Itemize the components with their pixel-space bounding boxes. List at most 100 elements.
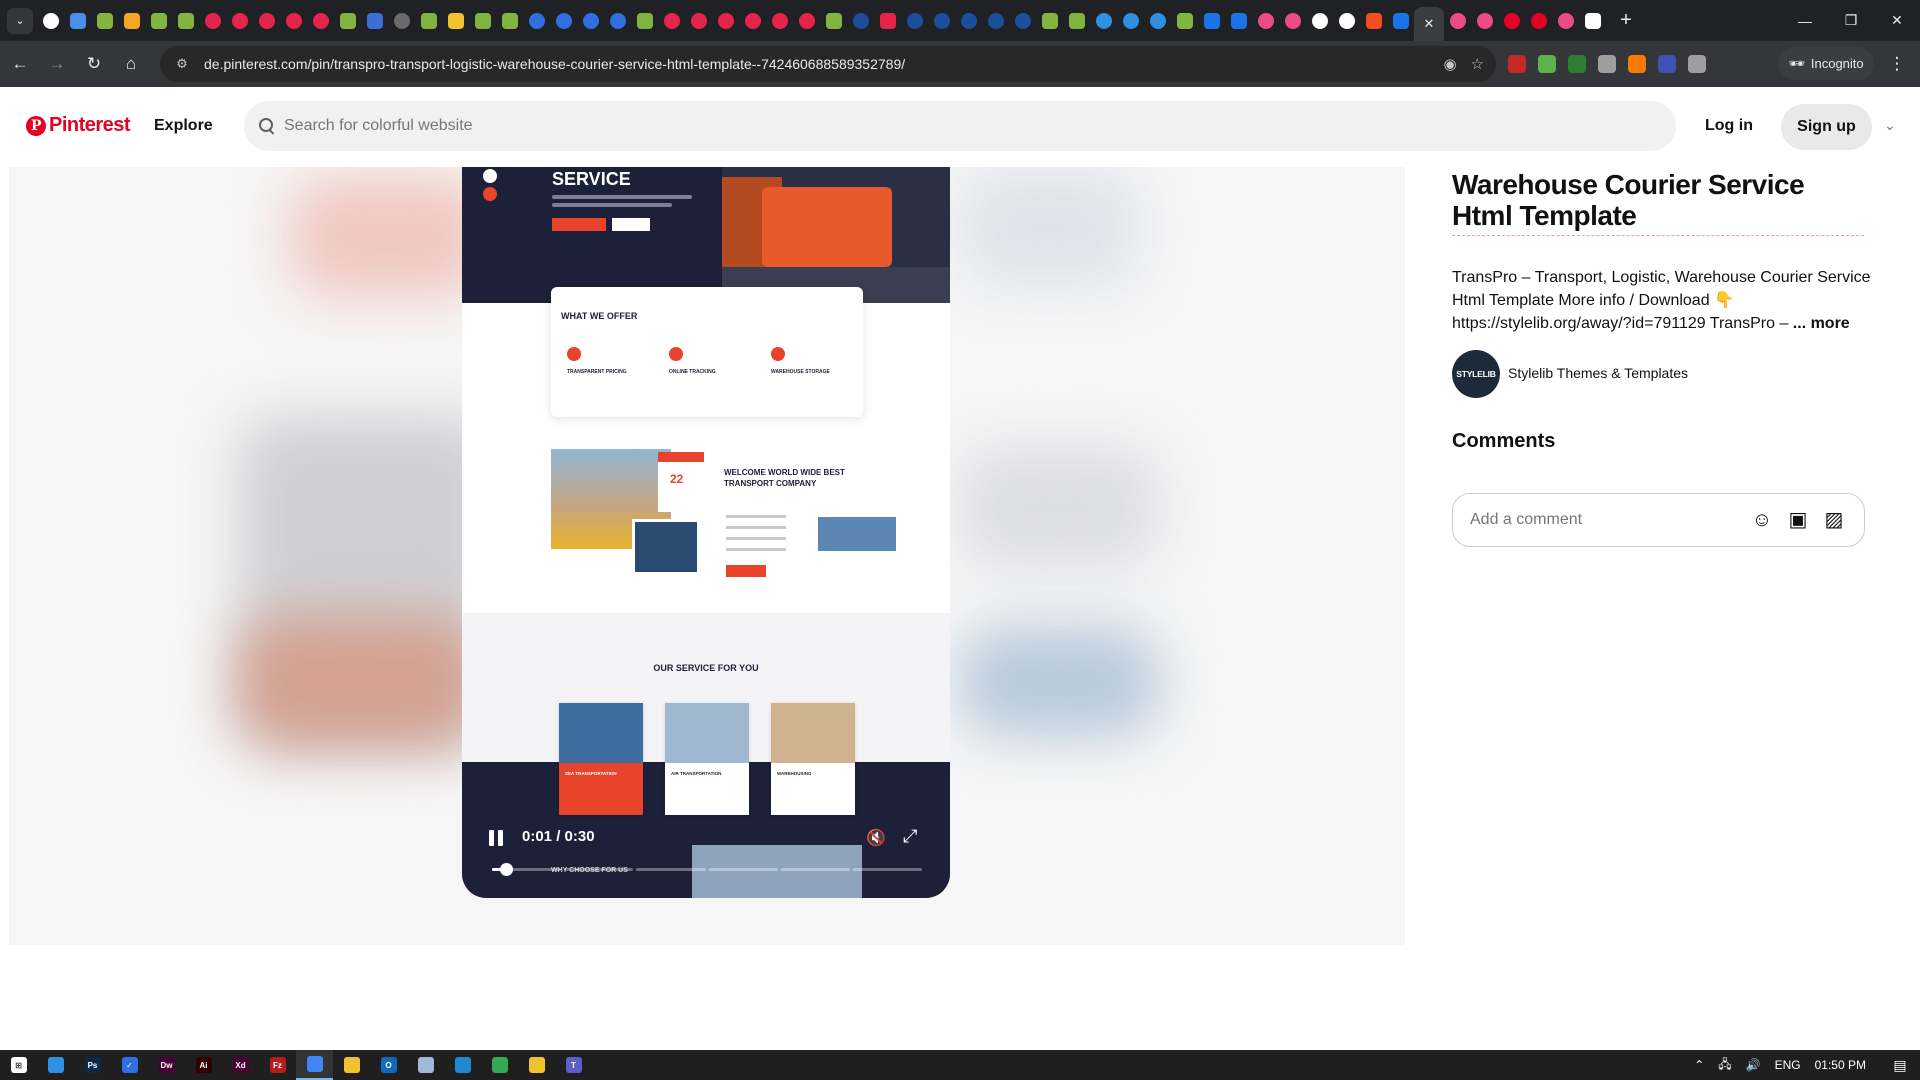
tab[interactable] — [1306, 0, 1333, 41]
incognito-badge[interactable]: 🕶 Incognito — [1778, 47, 1874, 80]
emoji-icon[interactable]: ☺ — [1750, 508, 1774, 532]
close-tab-icon[interactable]: ✕ — [1424, 16, 1435, 32]
notepad-taskbar-icon[interactable] — [407, 1050, 444, 1080]
tab[interactable] — [847, 0, 874, 41]
active-tab[interactable]: ✕ — [1414, 7, 1444, 41]
new-tab-button[interactable]: + — [1612, 7, 1640, 35]
tab[interactable] — [1360, 0, 1387, 41]
tab[interactable] — [631, 0, 658, 41]
tab[interactable] — [928, 0, 955, 41]
tab[interactable] — [766, 0, 793, 41]
tab[interactable] — [1552, 0, 1579, 41]
login-button[interactable]: Log in — [1705, 117, 1753, 135]
tab[interactable] — [469, 0, 496, 41]
tab[interactable] — [550, 0, 577, 41]
tab[interactable] — [658, 0, 685, 41]
tab[interactable] — [1198, 0, 1225, 41]
tab[interactable] — [145, 0, 172, 41]
tab[interactable] — [901, 0, 928, 41]
extension-be-icon[interactable] — [1568, 55, 1586, 73]
tracking-protection-icon[interactable]: ◉ — [1443, 55, 1456, 73]
tab[interactable] — [496, 0, 523, 41]
author-name[interactable]: Stylelib Themes & Templates — [1508, 365, 1688, 381]
xd-taskbar-icon[interactable]: Xd — [222, 1050, 259, 1080]
sticker-icon[interactable]: ▣ — [1786, 508, 1810, 532]
extension-puzzle-icon[interactable] — [1688, 55, 1706, 73]
tab[interactable] — [334, 0, 361, 41]
back-button[interactable]: ← — [3, 47, 37, 81]
notification-icon[interactable]: ▤ — [1880, 1050, 1920, 1080]
dreamweaver-taskbar-icon[interactable]: Dw — [148, 1050, 185, 1080]
language-indicator[interactable]: ENG — [1775, 1058, 1801, 1072]
tab[interactable] — [577, 0, 604, 41]
image-upload-icon[interactable]: ▨ — [1822, 508, 1846, 532]
tab[interactable] — [1117, 0, 1144, 41]
volume-icon[interactable]: 🔊 — [1746, 1058, 1761, 1072]
extension-green-icon[interactable] — [1538, 55, 1556, 73]
tab[interactable] — [415, 0, 442, 41]
tab[interactable] — [118, 0, 145, 41]
tab[interactable] — [1471, 0, 1498, 41]
tab[interactable] — [1090, 0, 1117, 41]
tab[interactable] — [91, 0, 118, 41]
bookmark-star-icon[interactable]: ☆ — [1471, 55, 1484, 73]
tab[interactable] — [1252, 0, 1279, 41]
reload-button[interactable]: ↻ — [77, 47, 111, 81]
tab[interactable] — [739, 0, 766, 41]
tab[interactable] — [604, 0, 631, 41]
tab[interactable] — [307, 0, 334, 41]
tab[interactable] — [226, 0, 253, 41]
extension-orange-icon[interactable] — [1628, 55, 1646, 73]
tab[interactable] — [1009, 0, 1036, 41]
video-progress-bar[interactable] — [492, 868, 923, 872]
tab[interactable] — [523, 0, 550, 41]
edge-taskbar-icon[interactable] — [37, 1050, 74, 1080]
search-bar[interactable] — [244, 101, 1676, 151]
outlook-taskbar-icon[interactable]: O — [370, 1050, 407, 1080]
tab[interactable] — [280, 0, 307, 41]
illustrator-taskbar-icon[interactable]: Ai — [185, 1050, 222, 1080]
tab[interactable] — [1225, 0, 1252, 41]
tab[interactable] — [1525, 0, 1552, 41]
network-icon[interactable]: 🖧 — [1718, 1055, 1731, 1076]
tab[interactable] — [820, 0, 847, 41]
tab[interactable] — [1279, 0, 1306, 41]
chrome-taskbar-icon[interactable] — [296, 1050, 333, 1080]
tab[interactable] — [874, 0, 901, 41]
teams-taskbar-icon[interactable]: T — [555, 1050, 592, 1080]
tab[interactable] — [793, 0, 820, 41]
vscode-taskbar-icon[interactable] — [444, 1050, 481, 1080]
chrome-taskbar-icon[interactable] — [481, 1050, 518, 1080]
tab[interactable] — [361, 0, 388, 41]
tab[interactable] — [253, 0, 280, 41]
mute-icon[interactable]: 🔇 — [866, 828, 886, 848]
tab[interactable] — [37, 0, 64, 41]
start-button[interactable]: ⊞ — [0, 1050, 37, 1080]
tray-chevron-icon[interactable]: ⌃ — [1694, 1058, 1704, 1072]
extension-blue-icon[interactable] — [1658, 55, 1676, 73]
tab[interactable] — [1387, 0, 1414, 41]
comment-input[interactable] — [1470, 511, 1750, 529]
extension-red-icon[interactable] — [1508, 55, 1526, 73]
explorer-taskbar-icon[interactable] — [518, 1050, 555, 1080]
tab[interactable] — [442, 0, 469, 41]
todo-taskbar-icon[interactable]: ✓ — [111, 1050, 148, 1080]
pinterest-logo[interactable]: P Pinterest — [26, 114, 131, 137]
tab[interactable] — [64, 0, 91, 41]
pause-icon[interactable] — [486, 828, 506, 848]
fullscreen-icon[interactable]: ⤢ — [903, 826, 917, 847]
tab[interactable] — [199, 0, 226, 41]
tab[interactable] — [982, 0, 1009, 41]
clock[interactable]: 01:50 PM — [1815, 1058, 1866, 1072]
address-bar[interactable]: ⚙ de.pinterest.com/pin/transpro-transpor… — [160, 46, 1496, 82]
tab[interactable] — [1579, 0, 1606, 41]
explore-link[interactable]: Explore — [154, 117, 213, 135]
restore-button[interactable]: ❐ — [1828, 0, 1874, 41]
comment-box[interactable]: ☺ ▣ ▨ — [1452, 493, 1865, 547]
tab[interactable] — [1171, 0, 1198, 41]
search-input[interactable] — [284, 117, 1664, 135]
author-avatar[interactable]: STYLELIB — [1452, 350, 1500, 398]
home-button[interactable]: ⌂ — [114, 47, 148, 81]
chevron-down-icon[interactable]: ⌄ — [1884, 117, 1896, 134]
tab[interactable] — [1444, 0, 1471, 41]
